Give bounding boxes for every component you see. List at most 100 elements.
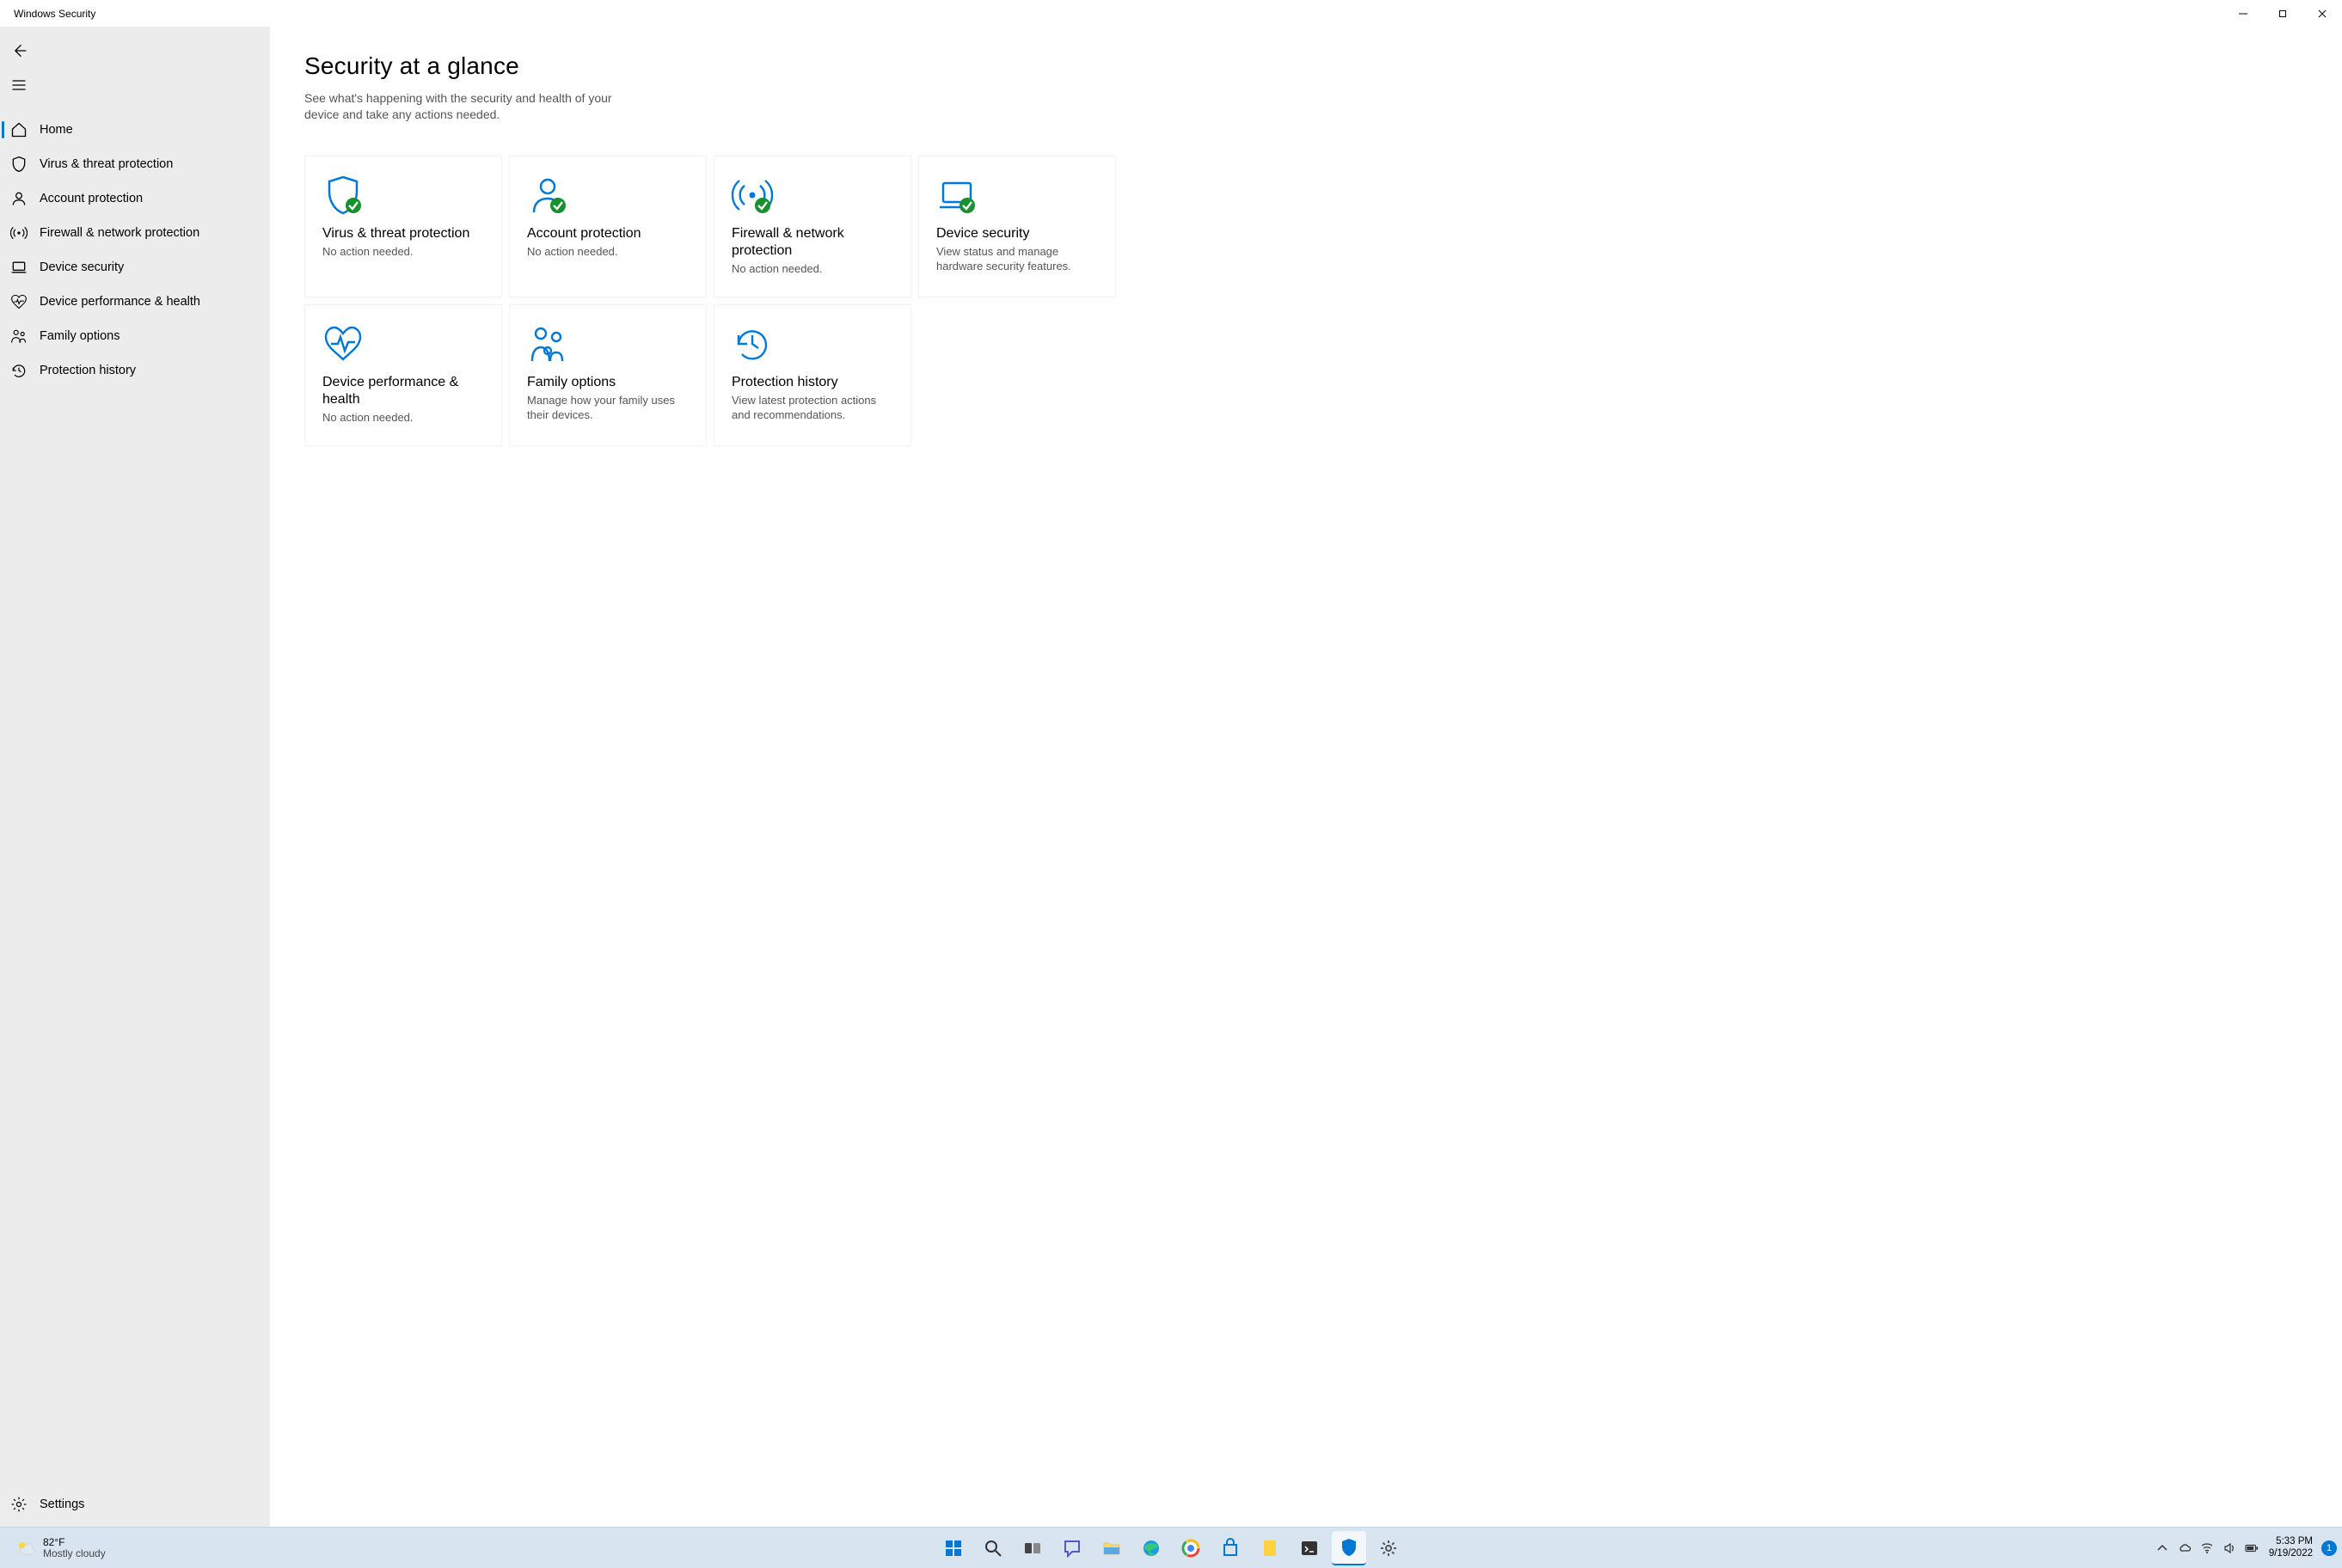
tray-battery[interactable] [2243, 1540, 2260, 1557]
sidebar-item-label: Family options [40, 329, 120, 343]
taskbar: 82°F Mostly cloudy [0, 1527, 2342, 1568]
broadcast-icon [732, 172, 893, 218]
tile-desc: Manage how your family uses their device… [527, 394, 689, 423]
gear-icon [10, 1496, 28, 1513]
sidebar-item-label: Protection history [40, 364, 136, 377]
taskbar-weather[interactable]: 82°F Mostly cloudy [0, 1537, 106, 1559]
clock-date: 9/19/2022 [2269, 1548, 2313, 1559]
app-body: Home Virus & threat protection Account p… [0, 27, 2342, 1527]
chrome-icon [1180, 1538, 1201, 1559]
cloud-icon [2178, 1541, 2192, 1555]
taskbar-edge[interactable] [1134, 1531, 1168, 1565]
sidebar-item-label: Home [40, 123, 73, 137]
taskbar-tray: 5:33 PM 9/19/2022 1 [2154, 1536, 2342, 1559]
taskbar-chat[interactable] [1055, 1531, 1089, 1565]
speaker-icon [2222, 1541, 2236, 1555]
history-icon [732, 321, 893, 367]
notification-badge[interactable]: 1 [2321, 1540, 2337, 1556]
taskbar-clock[interactable]: 5:33 PM 9/19/2022 [2265, 1536, 2316, 1559]
weather-temp: 82°F [43, 1537, 106, 1548]
person-icon [10, 190, 28, 207]
tile-title: Family options [527, 374, 689, 391]
sidebar-item-firewall[interactable]: Firewall & network protection [0, 216, 270, 250]
battery-icon [2245, 1541, 2259, 1555]
family-icon [10, 328, 28, 345]
sidebar-item-settings[interactable]: Settings [0, 1487, 270, 1522]
sidebar-item-account[interactable]: Account protection [0, 181, 270, 216]
tile-desc: No action needed. [322, 411, 484, 426]
task-view-button[interactable] [1015, 1531, 1050, 1565]
main-content: Security at a glance See what's happenin… [270, 27, 2342, 1527]
tray-overflow[interactable] [2154, 1540, 2171, 1557]
tile-desc: No action needed. [732, 262, 893, 277]
taskbar-store[interactable] [1213, 1531, 1248, 1565]
tile-desc: View status and manage hardware security… [936, 245, 1098, 274]
taskbar-center [936, 1531, 1406, 1565]
back-button[interactable] [0, 34, 270, 68]
search-icon [983, 1538, 1003, 1559]
maximize-button[interactable] [2263, 0, 2302, 27]
store-icon [1220, 1538, 1241, 1559]
hamburger-icon [10, 77, 28, 94]
tile-family-options[interactable]: Family options Manage how your family us… [509, 304, 707, 446]
folder-icon [1101, 1538, 1122, 1559]
home-icon [10, 121, 28, 138]
chevron-up-icon [2155, 1541, 2169, 1555]
laptop-icon [936, 172, 1098, 218]
tray-onedrive[interactable] [2176, 1540, 2193, 1557]
tray-volume[interactable] [2221, 1540, 2238, 1557]
sidebar-item-home[interactable]: Home [0, 113, 270, 147]
page-title: Security at a glance [304, 52, 2308, 80]
tile-protection-history[interactable]: Protection history View latest protectio… [714, 304, 911, 446]
person-icon [527, 172, 689, 218]
tile-title: Account protection [527, 225, 689, 242]
taskbar-chrome[interactable] [1174, 1531, 1208, 1565]
weather-icon [15, 1538, 36, 1559]
titlebar: Windows Security [0, 0, 2342, 27]
tile-desc: No action needed. [322, 245, 484, 260]
sidebar-item-performance[interactable]: Device performance & health [0, 285, 270, 319]
tile-grid: Virus & threat protection No action need… [304, 156, 2308, 446]
chat-icon [1062, 1538, 1082, 1559]
close-button[interactable] [2302, 0, 2342, 27]
hamburger-button[interactable] [0, 68, 270, 102]
taskbar-file-explorer[interactable] [1094, 1531, 1129, 1565]
history-icon [10, 362, 28, 379]
tile-title: Virus & threat protection [322, 225, 484, 242]
tile-performance-health[interactable]: Device performance & health No action ne… [304, 304, 502, 446]
broadcast-icon [10, 224, 28, 242]
shield-icon [322, 172, 484, 218]
sidebar-item-label: Device security [40, 260, 124, 274]
taskbar-settings[interactable] [1371, 1531, 1406, 1565]
start-button[interactable] [936, 1531, 971, 1565]
windows-logo-icon [943, 1538, 964, 1559]
sidebar-item-device-security[interactable]: Device security [0, 250, 270, 285]
security-shield-icon [1339, 1537, 1359, 1558]
tray-wifi[interactable] [2198, 1540, 2216, 1557]
edge-icon [1141, 1538, 1162, 1559]
window-title: Windows Security [0, 8, 95, 20]
tile-account-protection[interactable]: Account protection No action needed. [509, 156, 707, 297]
gear-icon [1378, 1538, 1399, 1559]
shield-icon [10, 156, 28, 173]
weather-cond: Mostly cloudy [43, 1548, 106, 1559]
terminal-icon [1299, 1538, 1320, 1559]
task-view-icon [1022, 1538, 1043, 1559]
sidebar-item-label: Account protection [40, 192, 143, 205]
taskbar-terminal[interactable] [1292, 1531, 1327, 1565]
sidebar-item-family[interactable]: Family options [0, 319, 270, 353]
taskbar-windows-security[interactable] [1332, 1531, 1366, 1565]
tile-device-security[interactable]: Device security View status and manage h… [918, 156, 1116, 297]
tile-desc: No action needed. [527, 245, 689, 260]
sidebar-item-protection-history[interactable]: Protection history [0, 353, 270, 388]
taskbar-notes[interactable] [1253, 1531, 1287, 1565]
heart-pulse-icon [10, 293, 28, 310]
tile-firewall[interactable]: Firewall & network protection No action … [714, 156, 911, 297]
sidebar-item-label: Firewall & network protection [40, 226, 199, 240]
tile-title: Protection history [732, 374, 893, 391]
sidebar-item-virus[interactable]: Virus & threat protection [0, 147, 270, 181]
minimize-button[interactable] [2223, 0, 2263, 27]
tile-virus-threat[interactable]: Virus & threat protection No action need… [304, 156, 502, 297]
sidebar-item-label: Virus & threat protection [40, 157, 173, 171]
search-button[interactable] [976, 1531, 1010, 1565]
